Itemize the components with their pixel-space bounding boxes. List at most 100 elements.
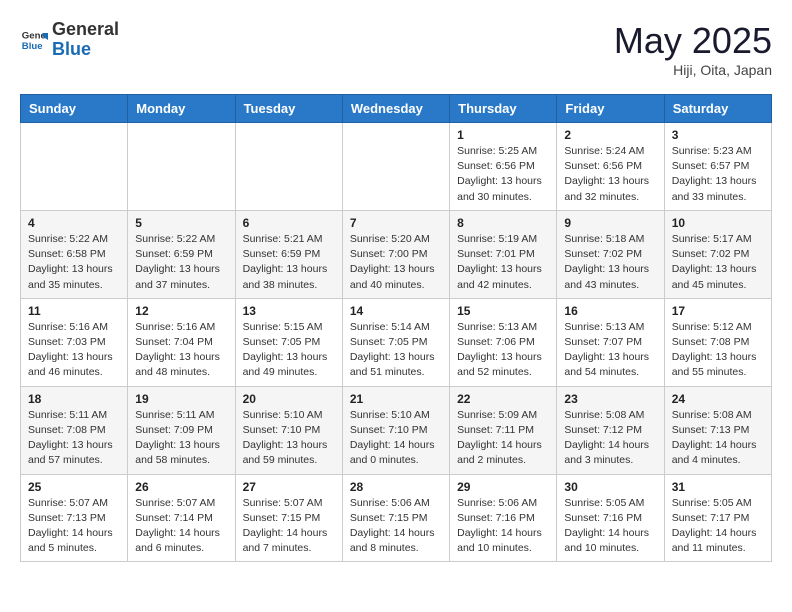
day-number: 5 <box>135 216 227 230</box>
day-info: Sunrise: 5:21 AMSunset: 6:59 PMDaylight:… <box>243 232 335 293</box>
weekday-header-tuesday: Tuesday <box>235 95 342 123</box>
day-info: Sunrise: 5:10 AMSunset: 7:10 PMDaylight:… <box>243 408 335 469</box>
day-number: 8 <box>457 216 549 230</box>
calendar-cell: 3Sunrise: 5:23 AMSunset: 6:57 PMDaylight… <box>664 123 771 211</box>
day-number: 21 <box>350 392 442 406</box>
calendar-cell: 23 Sunrise: 5:08 AMSunset: 7:12 PMDayligh… <box>557 386 664 474</box>
day-info: Sunrise: 5:17 AMSunset: 7:02 PMDaylight:… <box>672 232 764 293</box>
day-info: Sunrise: 5:11 AMSunset: 7:08 PMDaylight:… <box>28 408 120 469</box>
svg-text:Blue: Blue <box>22 41 43 52</box>
calendar-cell: 5 Sunrise: 5:22 AMSunset: 6:59 PMDaylight… <box>128 210 235 298</box>
day-number: 10 <box>672 216 764 230</box>
day-number: 13 <box>243 304 335 318</box>
day-info: Sunrise: 5:20 AMSunset: 7:00 PMDaylight:… <box>350 232 442 293</box>
calendar-cell: 8 Sunrise: 5:19 AMSunset: 7:01 PMDaylight… <box>450 210 557 298</box>
day-info: Sunrise: 5:19 AMSunset: 7:01 PMDaylight:… <box>457 232 549 293</box>
day-info: Sunrise: 5:24 AMSunset: 6:56 PMDaylight:… <box>564 144 656 205</box>
calendar-cell: 1Sunrise: 5:25 AMSunset: 6:56 PMDaylight… <box>450 123 557 211</box>
day-number: 22 <box>457 392 549 406</box>
day-number: 15 <box>457 304 549 318</box>
calendar-cell: 12Sunrise: 5:16 AMSunset: 7:04 PMDayligh… <box>128 298 235 386</box>
month-title: May 2025 <box>614 20 772 62</box>
calendar-cell: 15Sunrise: 5:13 AMSunset: 7:06 PMDayligh… <box>450 298 557 386</box>
calendar-cell: 6Sunrise: 5:21 AMSunset: 6:59 PMDaylight… <box>235 210 342 298</box>
weekday-header-wednesday: Wednesday <box>342 95 449 123</box>
day-number: 20 <box>243 392 335 406</box>
location-subtitle: Hiji, Oita, Japan <box>614 62 772 78</box>
day-info: Sunrise: 5:22 AMSunset: 6:58 PMDaylight:… <box>28 232 120 293</box>
calendar-week-row: 11Sunrise: 5:16 AMSunset: 7:03 PMDayligh… <box>21 298 772 386</box>
logo: General Blue General Blue <box>20 20 119 60</box>
calendar-cell <box>128 123 235 211</box>
calendar-week-row: 18 Sunrise: 5:11 AMSunset: 7:08 PMDayligh… <box>21 386 772 474</box>
day-number: 23 <box>564 392 656 406</box>
day-number: 25 <box>28 480 120 494</box>
logo-blue-text: Blue <box>52 40 119 60</box>
calendar-cell: 31Sunrise: 5:05 AMSunset: 7:17 PMDayligh… <box>664 474 771 562</box>
day-info: Sunrise: 5:09 AMSunset: 7:11 PMDaylight:… <box>457 408 549 469</box>
weekday-header-friday: Friday <box>557 95 664 123</box>
day-number: 18 <box>28 392 120 406</box>
weekday-header-monday: Monday <box>128 95 235 123</box>
calendar-cell: 10 Sunrise: 5:17 AMSunset: 7:02 PMDayligh… <box>664 210 771 298</box>
calendar-cell: 22 Sunrise: 5:09 AMSunset: 7:11 PMDayligh… <box>450 386 557 474</box>
calendar-cell: 27Sunrise: 5:07 AMSunset: 7:15 PMDayligh… <box>235 474 342 562</box>
title-block: May 2025 Hiji, Oita, Japan <box>614 20 772 78</box>
day-info: Sunrise: 5:23 AMSunset: 6:57 PMDaylight:… <box>672 144 764 205</box>
day-info: Sunrise: 5:07 AMSunset: 7:13 PMDaylight:… <box>28 496 120 557</box>
day-info: Sunrise: 5:10 AMSunset: 7:10 PMDaylight:… <box>350 408 442 469</box>
day-number: 1 <box>457 128 549 142</box>
day-number: 17 <box>672 304 764 318</box>
calendar-cell: 2 Sunrise: 5:24 AMSunset: 6:56 PMDaylight… <box>557 123 664 211</box>
weekday-header-thursday: Thursday <box>450 95 557 123</box>
day-info: Sunrise: 5:15 AMSunset: 7:05 PMDaylight:… <box>243 320 335 381</box>
day-info: Sunrise: 5:14 AMSunset: 7:05 PMDaylight:… <box>350 320 442 381</box>
weekday-header-saturday: Saturday <box>664 95 771 123</box>
calendar-week-row: 1Sunrise: 5:25 AMSunset: 6:56 PMDaylight… <box>21 123 772 211</box>
calendar-cell: 20 Sunrise: 5:10 AMSunset: 7:10 PMDayligh… <box>235 386 342 474</box>
day-number: 28 <box>350 480 442 494</box>
day-info: Sunrise: 5:05 AMSunset: 7:17 PMDaylight:… <box>672 496 764 557</box>
day-info: Sunrise: 5:12 AMSunset: 7:08 PMDaylight:… <box>672 320 764 381</box>
day-info: Sunrise: 5:18 AMSunset: 7:02 PMDaylight:… <box>564 232 656 293</box>
day-info: Sunrise: 5:08 AMSunset: 7:12 PMDaylight:… <box>564 408 656 469</box>
calendar-cell: 19Sunrise: 5:11 AMSunset: 7:09 PMDayligh… <box>128 386 235 474</box>
calendar-week-row: 4 Sunrise: 5:22 AMSunset: 6:58 PMDaylight… <box>21 210 772 298</box>
calendar-week-row: 25 Sunrise: 5:07 AMSunset: 7:13 PMDayligh… <box>21 474 772 562</box>
calendar-table: SundayMondayTuesdayWednesdayThursdayFrid… <box>20 94 772 562</box>
day-number: 26 <box>135 480 227 494</box>
day-number: 4 <box>28 216 120 230</box>
calendar-cell <box>21 123 128 211</box>
day-number: 29 <box>457 480 549 494</box>
day-number: 14 <box>350 304 442 318</box>
calendar-cell: 7Sunrise: 5:20 AMSunset: 7:00 PMDaylight… <box>342 210 449 298</box>
day-number: 24 <box>672 392 764 406</box>
weekday-header-row: SundayMondayTuesdayWednesdayThursdayFrid… <box>21 95 772 123</box>
day-number: 2 <box>564 128 656 142</box>
day-info: Sunrise: 5:22 AMSunset: 6:59 PMDaylight:… <box>135 232 227 293</box>
day-info: Sunrise: 5:06 AMSunset: 7:15 PMDaylight:… <box>350 496 442 557</box>
day-number: 30 <box>564 480 656 494</box>
day-info: Sunrise: 5:05 AMSunset: 7:16 PMDaylight:… <box>564 496 656 557</box>
day-info: Sunrise: 5:08 AMSunset: 7:13 PMDaylight:… <box>672 408 764 469</box>
day-number: 9 <box>564 216 656 230</box>
calendar-cell: 18 Sunrise: 5:11 AMSunset: 7:08 PMDayligh… <box>21 386 128 474</box>
weekday-header-sunday: Sunday <box>21 95 128 123</box>
calendar-cell: 24 Sunrise: 5:08 AMSunset: 7:13 PMDayligh… <box>664 386 771 474</box>
calendar-cell: 4 Sunrise: 5:22 AMSunset: 6:58 PMDaylight… <box>21 210 128 298</box>
day-info: Sunrise: 5:16 AMSunset: 7:03 PMDaylight:… <box>28 320 120 381</box>
logo-general-text: General <box>52 20 119 40</box>
day-info: Sunrise: 5:16 AMSunset: 7:04 PMDaylight:… <box>135 320 227 381</box>
day-number: 19 <box>135 392 227 406</box>
day-info: Sunrise: 5:13 AMSunset: 7:07 PMDaylight:… <box>564 320 656 381</box>
calendar-cell: 30 Sunrise: 5:05 AMSunset: 7:16 PMDayligh… <box>557 474 664 562</box>
calendar-cell: 16Sunrise: 5:13 AMSunset: 7:07 PMDayligh… <box>557 298 664 386</box>
logo-icon: General Blue <box>20 26 48 54</box>
calendar-cell: 9 Sunrise: 5:18 AMSunset: 7:02 PMDaylight… <box>557 210 664 298</box>
calendar-cell: 13 Sunrise: 5:15 AMSunset: 7:05 PMDayligh… <box>235 298 342 386</box>
calendar-cell: 25 Sunrise: 5:07 AMSunset: 7:13 PMDayligh… <box>21 474 128 562</box>
calendar-cell: 29Sunrise: 5:06 AMSunset: 7:16 PMDayligh… <box>450 474 557 562</box>
calendar-cell: 26Sunrise: 5:07 AMSunset: 7:14 PMDayligh… <box>128 474 235 562</box>
logo-text: General Blue <box>52 20 119 60</box>
day-number: 27 <box>243 480 335 494</box>
